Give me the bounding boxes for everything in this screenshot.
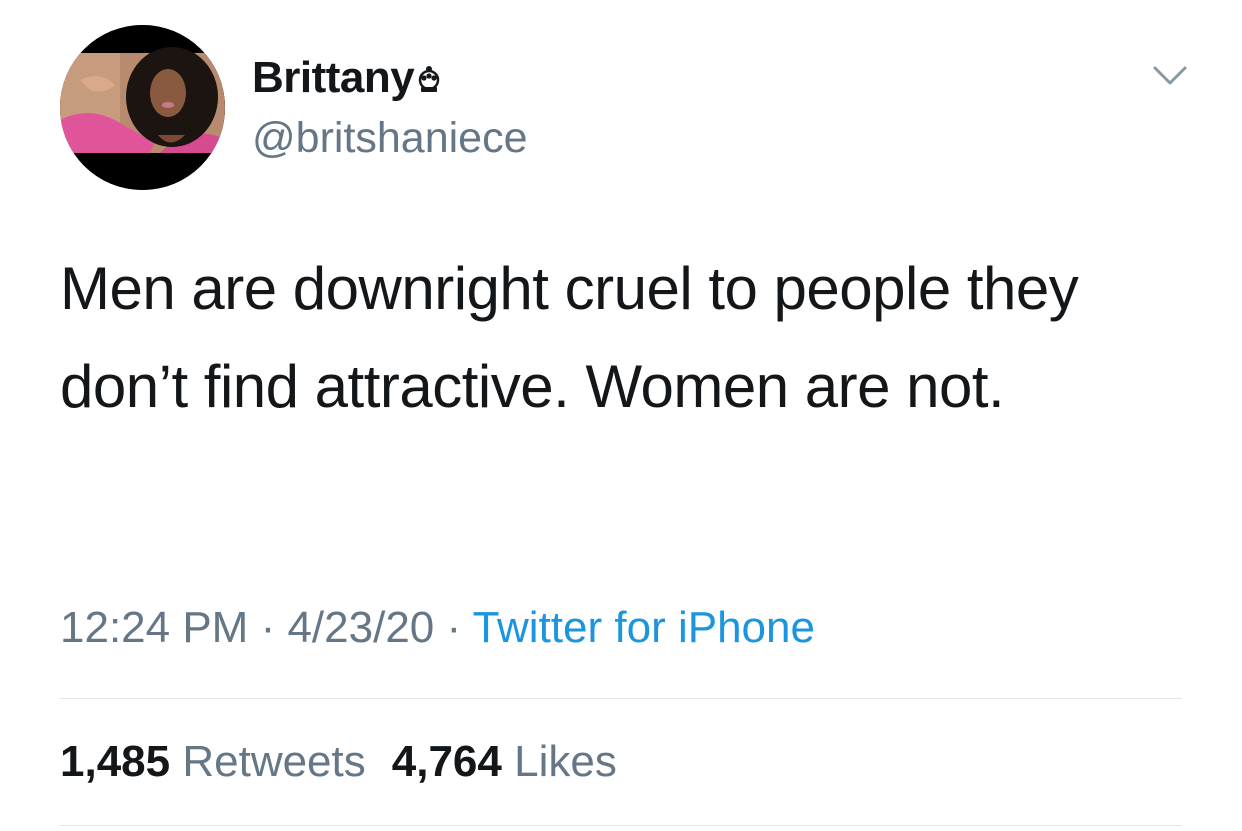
retweets-count: 1,485 bbox=[60, 737, 171, 786]
tweet-date[interactable]: 4/23/20 bbox=[287, 603, 434, 652]
meta-separator: · bbox=[248, 603, 288, 652]
author-handle[interactable]: @britshaniece bbox=[252, 112, 528, 164]
author-name-row[interactable]: Brittany bbox=[252, 52, 442, 104]
likes-label: Likes bbox=[514, 737, 617, 786]
retweets-stat[interactable]: 1,485 Retweets bbox=[60, 737, 366, 786]
tweet-text: Men are downright cruel to people they d… bbox=[60, 255, 1079, 420]
avatar[interactable] bbox=[60, 25, 225, 190]
profile-photo bbox=[60, 25, 225, 190]
tweet-card: Brittany @britshaniece Men are downright… bbox=[0, 0, 1242, 831]
likes-count: 4,764 bbox=[391, 737, 502, 786]
crown-icon bbox=[416, 65, 442, 100]
likes-stat[interactable]: 4,764 Likes bbox=[392, 737, 617, 786]
chevron-down-icon[interactable] bbox=[1150, 62, 1190, 90]
retweets-label: Retweets bbox=[182, 737, 366, 786]
divider bbox=[60, 825, 1182, 826]
tweet-time[interactable]: 12:24 PM bbox=[60, 603, 248, 652]
tweet-source-link[interactable]: Twitter for iPhone bbox=[473, 603, 815, 652]
tweet-stats: 1,485 Retweets 4,764 Likes bbox=[60, 734, 617, 790]
tweet-meta: 12:24 PM · 4/23/20 · Twitter for iPhone bbox=[60, 600, 815, 656]
divider bbox=[60, 698, 1182, 699]
meta-separator: · bbox=[434, 603, 473, 652]
display-name[interactable]: Brittany bbox=[252, 52, 415, 104]
